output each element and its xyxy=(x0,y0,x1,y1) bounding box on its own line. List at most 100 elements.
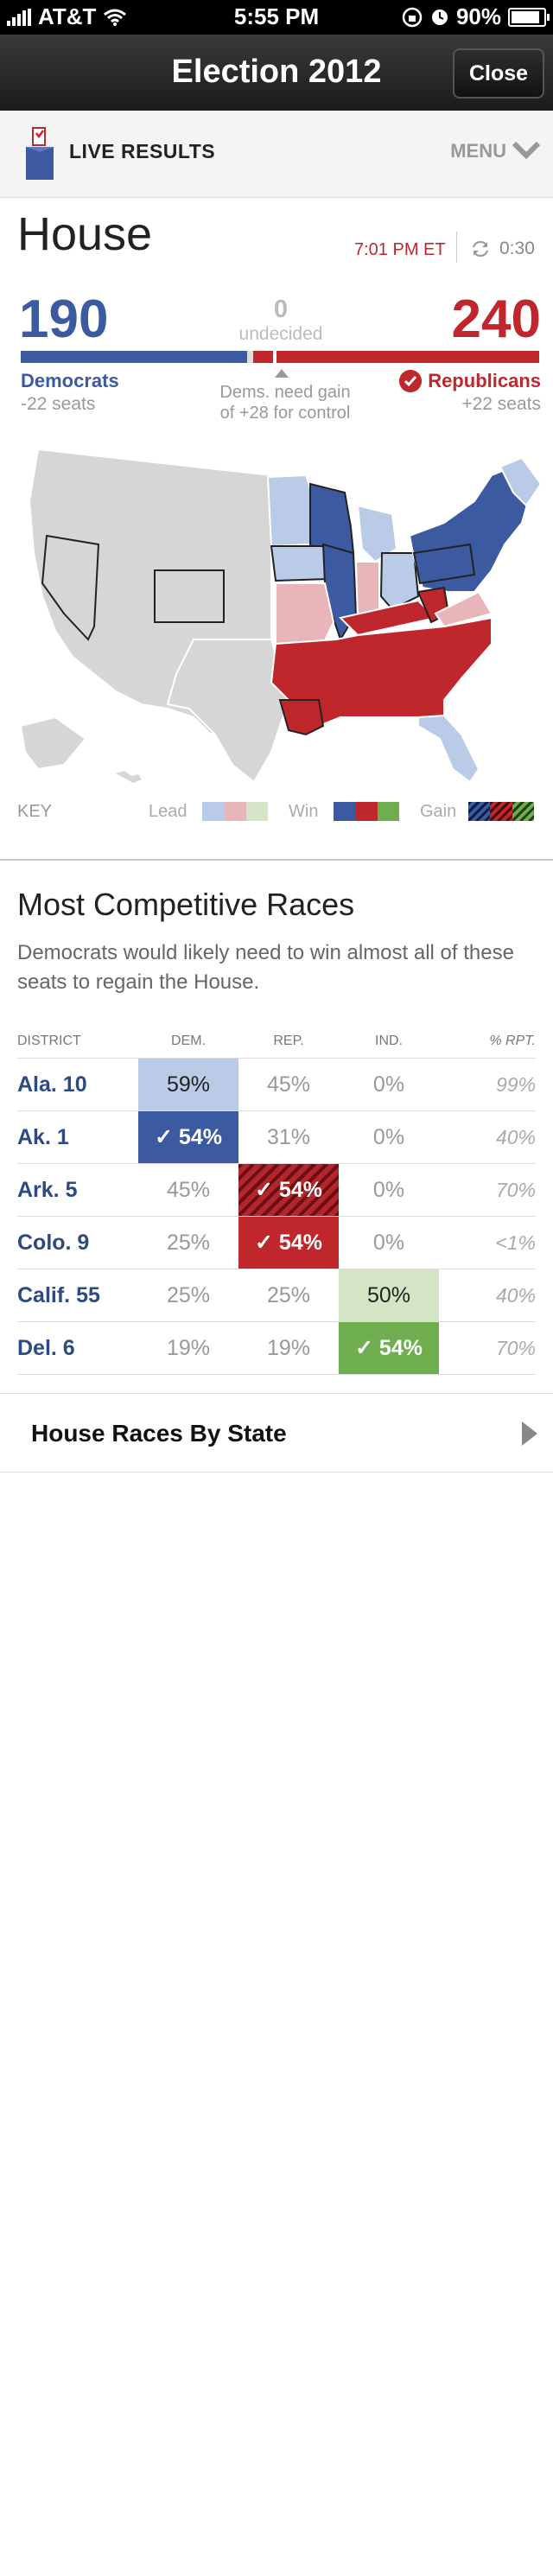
reporting-pct: <1% xyxy=(439,1216,536,1269)
reporting-pct: 40% xyxy=(439,1110,536,1164)
header-district: DISTRICT xyxy=(17,1025,138,1059)
republicans-label: Republicans xyxy=(428,370,541,391)
undecided-label: undecided xyxy=(238,324,323,344)
us-map[interactable] xyxy=(12,441,541,786)
house-races-by-state-label[interactable]: House Races By State xyxy=(31,1420,287,1447)
table-row[interactable]: Calif. 55 25% 25% 50% 40% xyxy=(17,1269,536,1322)
ind-pct-value: 54% xyxy=(378,1336,423,1360)
map-ohio[interactable] xyxy=(379,552,420,611)
rep-pct: ✓ 54% xyxy=(238,1216,339,1269)
battery-icon xyxy=(508,7,550,27)
checkmark-icon xyxy=(399,370,422,392)
reporting-pct: 40% xyxy=(439,1269,536,1322)
battery-percent: 90% xyxy=(455,3,501,29)
header-rep: REP. xyxy=(238,1025,339,1059)
close-button[interactable]: Close xyxy=(453,48,544,99)
section-divider xyxy=(0,859,553,861)
section-title: House xyxy=(17,208,153,260)
chevron-down-icon[interactable] xyxy=(512,140,541,161)
dem-pct: 25% xyxy=(138,1269,238,1322)
checkmark-icon: ✓ xyxy=(355,1336,379,1360)
ind-pct: ✓ 54% xyxy=(339,1321,439,1375)
key-gain-swatch xyxy=(468,802,534,821)
races-table: DISTRICT DEM. REP. IND. % RPT. Ala. 10 5… xyxy=(17,1025,536,1375)
divider xyxy=(456,232,457,263)
dem-pct: 59% xyxy=(138,1058,238,1111)
map-hawaii[interactable] xyxy=(116,771,142,783)
reporting-pct: 70% xyxy=(439,1321,536,1375)
refresh-icon[interactable] xyxy=(470,239,491,259)
reporting-pct: 70% xyxy=(439,1163,536,1217)
ind-pct: 0% xyxy=(339,1163,439,1217)
district-name[interactable]: Ak. 1 xyxy=(17,1110,138,1164)
map-minnesota[interactable] xyxy=(266,474,316,548)
checkmark-icon: ✓ xyxy=(155,1125,179,1149)
republican-bar xyxy=(252,351,539,363)
map-florida[interactable] xyxy=(417,714,480,784)
dem-pct: 45% xyxy=(138,1163,238,1217)
map-missouri[interactable] xyxy=(275,582,335,645)
alarm-icon xyxy=(431,9,448,25)
ind-pct: 50% xyxy=(339,1269,439,1322)
district-name[interactable]: Ala. 10 xyxy=(17,1058,138,1111)
map-louisiana[interactable] xyxy=(278,699,325,736)
header-reporting: % RPT. xyxy=(439,1025,536,1059)
district-name[interactable]: Ark. 5 xyxy=(17,1163,138,1217)
democrat-bar xyxy=(21,351,248,363)
reporting-pct: 99% xyxy=(439,1058,536,1111)
table-header: DISTRICT DEM. REP. IND. % RPT. xyxy=(17,1025,536,1059)
key-label: KEY xyxy=(17,802,53,821)
table-row[interactable]: Colo. 9 25% ✓ 54% 0% <1% xyxy=(17,1216,536,1269)
ind-pct: 0% xyxy=(339,1110,439,1164)
rep-pct: 31% xyxy=(238,1110,339,1164)
control-note: Dems. need gain of +28 for control xyxy=(190,382,380,423)
ind-pct: 0% xyxy=(339,1216,439,1269)
table-row[interactable]: Ak. 1 ✓ 54% 31% 0% 40% xyxy=(17,1110,536,1164)
live-results-label: LIVE RESULTS xyxy=(69,140,216,162)
rep-pct-value: 54% xyxy=(278,1231,322,1255)
democrats-seat-change: -22 seats xyxy=(21,394,96,414)
header-dem: DEM. xyxy=(138,1025,238,1059)
dem-pct-value: 54% xyxy=(178,1125,222,1149)
rep-pct: 45% xyxy=(238,1058,339,1111)
undecided-count: 0 xyxy=(273,296,289,323)
ballot-box-icon xyxy=(26,127,54,180)
key-lead-swatch xyxy=(202,802,268,821)
key-win-label: Win xyxy=(289,802,319,821)
map-colorado[interactable] xyxy=(154,569,225,623)
republicans-seat-change: +22 seats xyxy=(461,394,541,414)
rep-pct-value: 54% xyxy=(278,1178,322,1202)
rotation-lock-icon xyxy=(402,7,423,27)
table-row[interactable]: Ark. 5 45% ✓ 54% 0% 70% xyxy=(17,1163,536,1217)
key-gain-label: Gain xyxy=(420,802,457,821)
district-name[interactable]: Colo. 9 xyxy=(17,1216,138,1269)
rep-pct: 25% xyxy=(238,1269,339,1322)
district-name[interactable]: Del. 6 xyxy=(17,1321,138,1375)
democrats-label: Democrats xyxy=(21,370,119,391)
democrat-seat-count: 190 xyxy=(19,289,109,349)
map-iowa[interactable] xyxy=(270,545,329,582)
seat-balance-bar xyxy=(21,351,539,363)
dem-pct: 19% xyxy=(138,1321,238,1375)
menu-button[interactable]: MENU xyxy=(450,140,506,162)
undecided-bar xyxy=(247,351,253,363)
triangle-up-icon xyxy=(275,369,289,378)
ind-pct: 0% xyxy=(339,1058,439,1111)
table-row[interactable]: Del. 6 19% 19% ✓ 54% 70% xyxy=(17,1321,536,1375)
live-results-bar: LIVE RESULTS MENU xyxy=(0,111,553,198)
rep-pct: 19% xyxy=(238,1321,339,1375)
map-alaska[interactable] xyxy=(19,716,87,771)
chevron-right-icon[interactable] xyxy=(518,1420,539,1447)
control-note-line1: Dems. need gain xyxy=(219,383,351,402)
district-name[interactable]: Calif. 55 xyxy=(17,1269,138,1322)
key-lead-label: Lead xyxy=(149,802,188,821)
house-races-by-state-link[interactable]: House Races By State xyxy=(0,1393,553,1472)
control-note-line2: of +28 for control xyxy=(219,404,351,423)
navigation-bar: Election 2012 Close xyxy=(0,35,553,111)
checkmark-icon: ✓ xyxy=(255,1231,279,1255)
refresh-countdown: 0:30 xyxy=(499,239,535,258)
races-title: Most Competitive Races xyxy=(17,887,355,922)
status-right: 90% xyxy=(401,3,550,30)
table-row[interactable]: Ala. 10 59% 45% 0% 99% xyxy=(17,1058,536,1111)
dem-pct: 25% xyxy=(138,1216,238,1269)
